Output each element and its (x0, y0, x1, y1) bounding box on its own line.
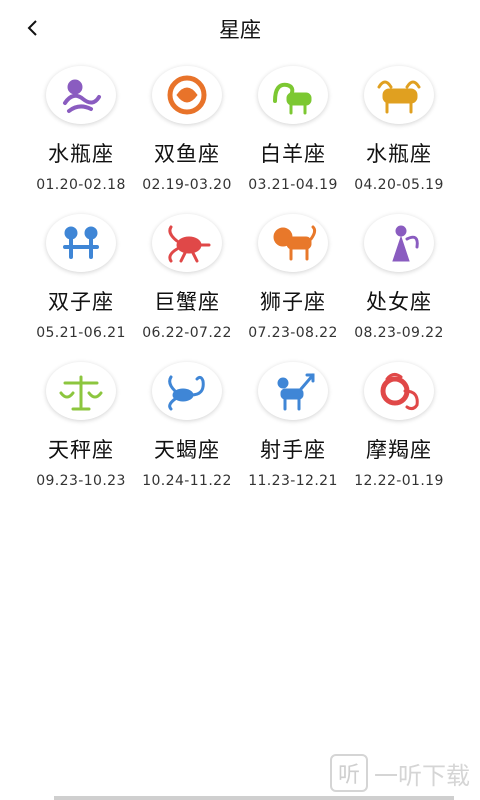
scorpio-icon (168, 375, 205, 411)
header: 星座 (0, 0, 480, 54)
sagittarius-icon (277, 373, 315, 411)
page-title: 星座 (219, 18, 261, 42)
gemini-icon (63, 226, 99, 259)
zodiac-date-range: 06.22-07.22 (142, 325, 232, 341)
zodiac-icon-circle (46, 214, 116, 272)
zodiac-date-range: 04.20-05.19 (354, 177, 444, 193)
zodiac-date-range: 12.22-01.19 (354, 473, 444, 489)
zodiac-date-range: 07.23-08.22 (248, 325, 338, 341)
zodiac-icon-circle (46, 66, 116, 124)
watermark-logo: 听 (330, 754, 368, 792)
libra-icon (59, 375, 103, 411)
zodiac-date-range: 02.19-03.20 (142, 177, 232, 193)
zodiac-icon-circle (46, 362, 116, 420)
zodiac-name: 摩羯座 (366, 438, 432, 462)
zodiac-card[interactable]: 巨蟹座 06.22-07.22 (134, 210, 240, 358)
zodiac-card[interactable]: 天蝎座 10.24-11.22 (134, 358, 240, 506)
capricorn-icon (380, 372, 419, 411)
zodiac-icon-circle (258, 214, 328, 272)
zodiac-icon-circle (364, 214, 434, 272)
zodiac-date-range: 09.23-10.23 (36, 473, 126, 489)
zodiac-card[interactable]: 射手座 11.23-12.21 (240, 358, 346, 506)
zodiac-card[interactable]: 天秤座 09.23-10.23 (28, 358, 134, 506)
zodiac-date-range: 01.20-02.18 (36, 177, 126, 193)
zodiac-icon-circle (152, 362, 222, 420)
aquarius-icon (63, 79, 101, 113)
zodiac-grid: 水瓶座 01.20-02.18 双鱼座 02.19-03.20 白羊座 03.21-04.… (0, 62, 480, 506)
zodiac-icon-circle (152, 66, 222, 124)
zodiac-card[interactable]: 处女座 08.23-09.22 (346, 210, 452, 358)
zodiac-card[interactable]: 水瓶座 04.20-05.19 (346, 62, 452, 210)
zodiac-name: 白羊座 (260, 142, 326, 166)
leo-icon (273, 225, 317, 261)
zodiac-name: 双子座 (48, 290, 114, 314)
zodiac-date-range: 11.23-12.21 (248, 473, 338, 489)
zodiac-icon-circle (258, 66, 328, 124)
zodiac-name: 处女座 (366, 290, 432, 314)
zodiac-icon-circle (258, 362, 328, 420)
bottom-divider (54, 796, 454, 800)
zodiac-name: 水瓶座 (366, 142, 432, 166)
zodiac-card[interactable]: 水瓶座 01.20-02.18 (28, 62, 134, 210)
virgo-icon (392, 225, 419, 262)
aries-icon (273, 82, 312, 115)
zodiac-name: 射手座 (260, 438, 326, 462)
taurus-icon (377, 80, 421, 114)
watermark-text: 一听下载 (374, 762, 470, 790)
zodiac-card[interactable]: 双鱼座 02.19-03.20 (134, 62, 240, 210)
zodiac-card[interactable]: 狮子座 07.23-08.22 (240, 210, 346, 358)
zodiac-name: 狮子座 (260, 290, 326, 314)
zodiac-name: 水瓶座 (48, 142, 114, 166)
zodiac-icon-circle (152, 214, 222, 272)
zodiac-date-range: 05.21-06.21 (36, 325, 126, 341)
zodiac-name: 天蝎座 (154, 438, 220, 462)
pisces-icon (167, 75, 207, 115)
watermark: 听 一听下载 (330, 754, 470, 792)
zodiac-date-range: 03.21-04.19 (248, 177, 338, 193)
cancer-icon (168, 225, 211, 263)
zodiac-name: 双鱼座 (154, 142, 220, 166)
zodiac-card[interactable]: 双子座 05.21-06.21 (28, 210, 134, 358)
zodiac-date-range: 08.23-09.22 (354, 325, 444, 341)
zodiac-icon-circle (364, 66, 434, 124)
zodiac-card[interactable]: 白羊座 03.21-04.19 (240, 62, 346, 210)
zodiac-name: 天秤座 (48, 438, 114, 462)
zodiac-card[interactable]: 摩羯座 12.22-01.19 (346, 358, 452, 506)
zodiac-date-range: 10.24-11.22 (142, 473, 232, 489)
zodiac-icon-circle (364, 362, 434, 420)
zodiac-name: 巨蟹座 (154, 290, 220, 314)
